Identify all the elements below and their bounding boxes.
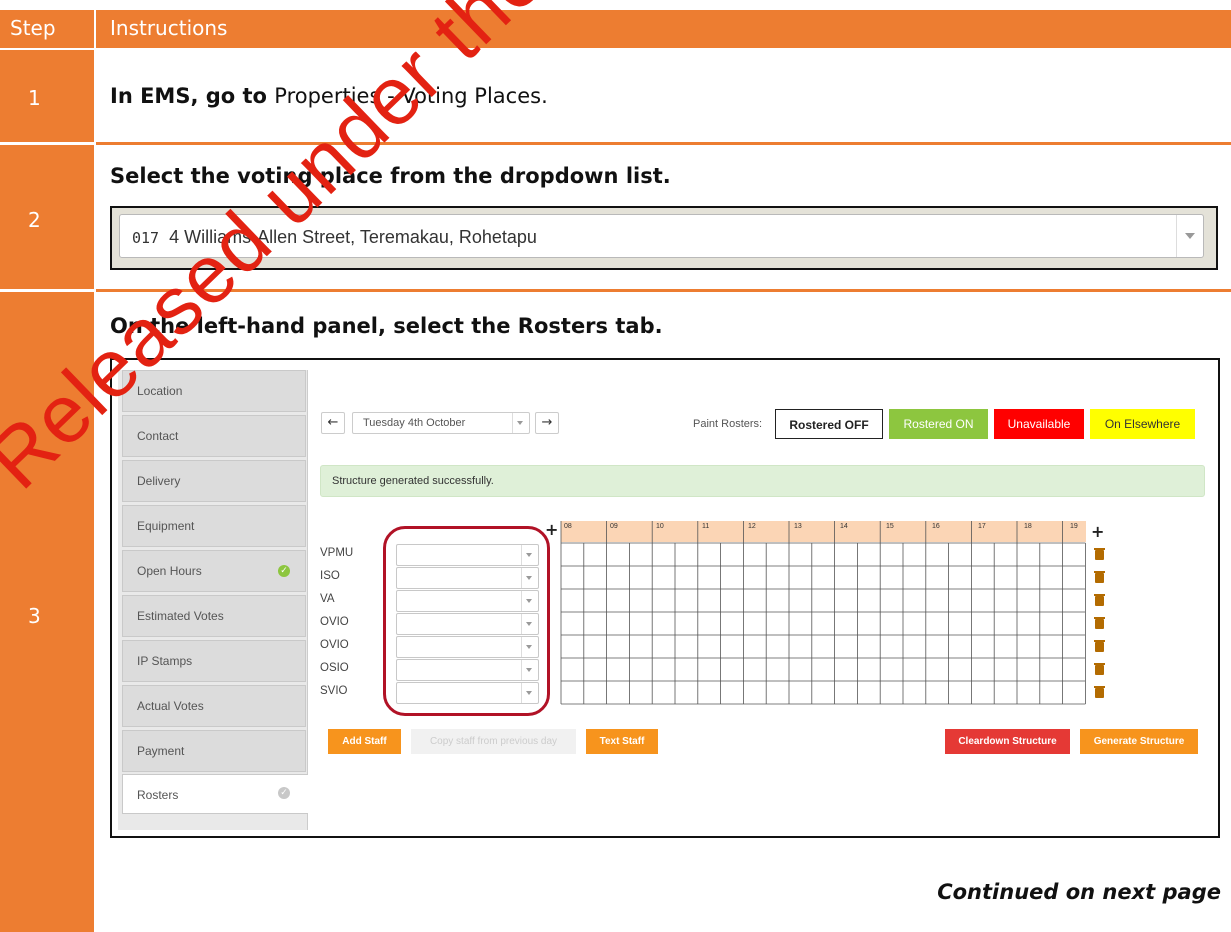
cleardown-structure-button[interactable]: Cleardown Structure: [945, 729, 1070, 754]
continued-note: Continued on next page: [937, 880, 1221, 904]
chevron-down-icon: [1185, 233, 1195, 239]
generate-structure-button[interactable]: Generate Structure: [1080, 729, 1198, 754]
voting-place-code: 017: [132, 229, 160, 247]
add-staff-button[interactable]: Add Staff: [328, 729, 401, 754]
rostered-on-button[interactable]: Rostered ON: [889, 409, 988, 439]
prev-day-button[interactable]: ←: [321, 412, 345, 434]
step-2-instruction: Select the voting place from the dropdow…: [110, 164, 671, 188]
tab-delivery[interactable]: Delivery: [122, 460, 306, 502]
paint-rosters-label: Paint Rosters:: [693, 418, 763, 430]
header-divider: [94, 10, 96, 48]
trash-icon[interactable]: [1094, 640, 1105, 652]
roster-grid[interactable]: [560, 521, 1088, 707]
header-step: Step: [10, 16, 56, 40]
step-cell-1: [0, 50, 94, 142]
row-divider: [96, 289, 1231, 292]
trash-icon[interactable]: [1094, 686, 1105, 698]
role-label: ISO: [320, 570, 340, 582]
trash-icon[interactable]: [1094, 548, 1105, 560]
copy-staff-button[interactable]: Copy staff from previous day: [411, 729, 576, 754]
step-cell-2: [0, 145, 94, 289]
trash-icon[interactable]: [1094, 617, 1105, 629]
arrow-right-icon: →: [541, 415, 553, 430]
role-label: OSIO: [320, 662, 349, 674]
chevron-down-icon: [512, 413, 529, 433]
status-text: Structure generated successfully.: [332, 475, 494, 487]
check-icon: ✓: [278, 565, 290, 577]
date-value: Tuesday 4th October: [363, 417, 466, 429]
arrow-left-icon: ←: [327, 415, 339, 430]
role-label: VA: [320, 593, 335, 605]
check-icon: ✓: [278, 787, 290, 799]
trash-icon[interactable]: [1094, 663, 1105, 675]
text-staff-button[interactable]: Text Staff: [586, 729, 658, 754]
unavailable-button[interactable]: Unavailable: [994, 409, 1084, 439]
role-label: OVIO: [320, 616, 349, 628]
trash-icon[interactable]: [1094, 594, 1105, 606]
header-instructions: Instructions: [110, 16, 228, 40]
status-message: Structure generated successfully.: [320, 465, 1205, 497]
step-number: 3: [28, 604, 41, 628]
instruction-bold: In EMS, go to: [110, 84, 267, 108]
on-elsewhere-button[interactable]: On Elsewhere: [1090, 409, 1195, 439]
next-day-button[interactable]: →: [535, 412, 559, 434]
select-arrow-button[interactable]: [1176, 215, 1204, 257]
step-number: 1: [28, 86, 41, 110]
tab-ip-stamps[interactable]: IP Stamps: [122, 640, 306, 682]
role-label: VPMU: [320, 547, 354, 559]
role-label: SVIO: [320, 685, 348, 697]
tab-actual-votes[interactable]: Actual Votes: [122, 685, 306, 727]
highlight-annotation: [383, 526, 550, 716]
trash-icon[interactable]: [1094, 571, 1105, 583]
step-number: 2: [28, 208, 41, 232]
role-label: OVIO: [320, 639, 349, 651]
date-select[interactable]: Tuesday 4th October: [352, 412, 530, 434]
tab-payment[interactable]: Payment: [122, 730, 306, 772]
tab-contact[interactable]: Contact: [122, 415, 306, 457]
tab-estimated-votes[interactable]: Estimated Votes: [122, 595, 306, 637]
rostered-off-button[interactable]: Rostered OFF: [775, 409, 883, 439]
tab-equipment[interactable]: Equipment: [122, 505, 306, 547]
row-divider: [96, 142, 1231, 145]
plus-icon[interactable]: +: [1091, 522, 1104, 541]
